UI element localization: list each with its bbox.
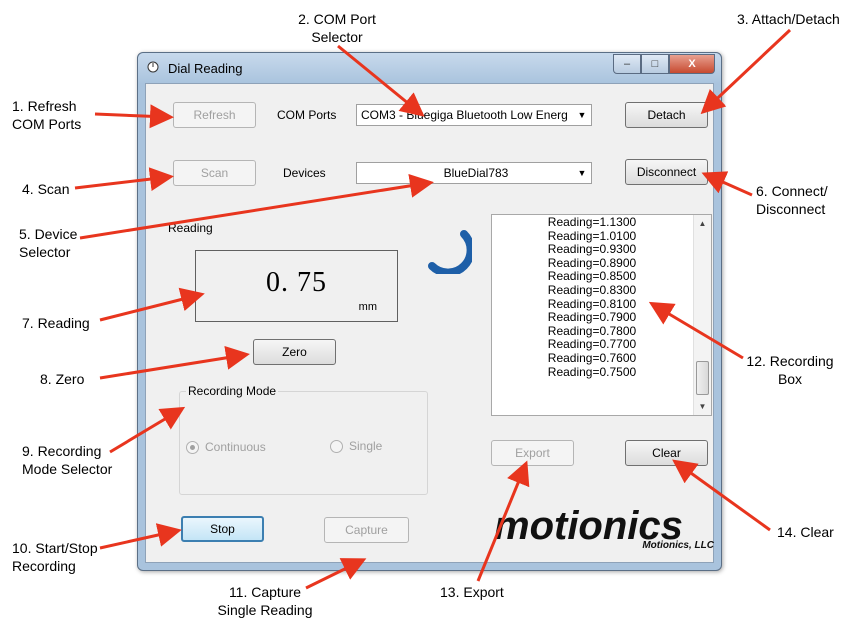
annotation-box-line2: Box bbox=[777, 371, 803, 387]
client-area: Refresh COM Ports COM3 - Bluegiga Blueto… bbox=[145, 83, 714, 563]
annotation-device-selector: 5. Device Selector bbox=[19, 225, 77, 261]
annotation-recording-mode: 9. Recording Mode Selector bbox=[22, 442, 112, 478]
recording-list-item[interactable]: Reading=1.1300 bbox=[492, 215, 692, 230]
annotation-start-stop: 10. Start/Stop Recording bbox=[12, 539, 98, 575]
annotation-recording-box: 12. Recording Box bbox=[735, 352, 845, 388]
reading-unit: mm bbox=[358, 301, 377, 313]
annotation-device-line2: Selector bbox=[19, 244, 71, 260]
reading-display: 0. 75 mm bbox=[195, 250, 398, 322]
reading-value: 0. 75 bbox=[266, 267, 327, 298]
recording-scrollbar[interactable]: ▲ ▼ bbox=[693, 215, 711, 415]
recording-mode-title: Recording Mode bbox=[186, 384, 279, 398]
disconnect-button[interactable]: Disconnect bbox=[625, 159, 708, 185]
device-select[interactable]: BlueDial783 ▼ bbox=[356, 162, 592, 184]
logo-company: Motionics, LLC bbox=[642, 540, 714, 551]
recording-list-item[interactable]: Reading=0.8100 bbox=[492, 297, 692, 312]
minimize-button[interactable]: – bbox=[613, 54, 641, 74]
annotation-box-line1: 12. Recording bbox=[746, 353, 834, 369]
annotation-connect: 6. Connect/ Disconnect bbox=[756, 182, 828, 218]
app-icon bbox=[147, 61, 159, 73]
loading-spinner-icon bbox=[428, 230, 472, 274]
window-title: Dial Reading bbox=[168, 61, 243, 76]
continuous-radio[interactable]: Continuous bbox=[186, 440, 266, 454]
annotation-attach: 3. Attach/Detach bbox=[737, 11, 840, 27]
annotation-com-port: 2. COM Port Selector bbox=[277, 10, 397, 46]
annotation-com-port-line2: Selector bbox=[311, 29, 363, 45]
annotation-clear: 14. Clear bbox=[777, 524, 834, 540]
radio-selected-icon bbox=[186, 440, 199, 454]
annotation-reading: 7. Reading bbox=[22, 315, 90, 331]
recording-list-item[interactable]: Reading=0.7700 bbox=[492, 338, 692, 352]
annotation-refresh-line1: 1. Refresh bbox=[12, 98, 77, 114]
reading-label: Reading bbox=[168, 221, 213, 235]
recording-list-item[interactable]: Reading=0.8900 bbox=[492, 256, 692, 271]
recording-list-item[interactable]: Reading=0.7800 bbox=[492, 324, 692, 339]
scroll-thumb[interactable] bbox=[696, 361, 709, 395]
zero-button[interactable]: Zero bbox=[253, 339, 336, 365]
recording-list-item[interactable]: Reading=0.9300 bbox=[492, 243, 692, 257]
recording-list-item[interactable]: Reading=0.8300 bbox=[492, 283, 692, 298]
annotation-capture-line1: 11. Capture bbox=[228, 584, 302, 600]
clear-button[interactable]: Clear bbox=[625, 440, 708, 466]
annotation-start-line1: 10. Start/Stop bbox=[12, 540, 98, 556]
recording-list-item[interactable]: Reading=1.0100 bbox=[492, 229, 692, 244]
dial-reading-window: Dial Reading – □ X Refresh COM Ports COM… bbox=[137, 52, 722, 571]
annotation-mode-line2: Mode Selector bbox=[22, 461, 113, 477]
annotation-capture: 11. Capture Single Reading bbox=[200, 583, 330, 619]
chevron-down-icon: ▼ bbox=[577, 110, 587, 120]
com-port-value: COM3 - Bluegiga Bluetooth Low Energ bbox=[361, 108, 568, 122]
annotation-device-line1: 5. Device bbox=[19, 226, 78, 242]
motionics-logo: motionics Motionics, LLC bbox=[494, 504, 714, 554]
annotation-refresh-line2: COM Ports bbox=[12, 116, 82, 132]
annotation-scan: 4. Scan bbox=[22, 181, 70, 197]
single-radio[interactable]: Single bbox=[330, 439, 382, 453]
chevron-down-icon: ▼ bbox=[577, 168, 587, 178]
maximize-button[interactable]: □ bbox=[641, 54, 669, 74]
radio-unselected-icon bbox=[330, 439, 343, 453]
annotation-com-port-line1: 2. COM Port bbox=[298, 11, 376, 27]
com-port-select[interactable]: COM3 - Bluegiga Bluetooth Low Energ ▼ bbox=[356, 104, 592, 126]
refresh-button[interactable]: Refresh bbox=[173, 102, 256, 128]
recording-list-item[interactable]: Reading=0.8500 bbox=[492, 270, 692, 284]
annotation-zero: 8. Zero bbox=[40, 371, 85, 387]
com-ports-label: COM Ports bbox=[277, 108, 337, 122]
close-button[interactable]: X bbox=[669, 54, 715, 74]
recording-mode-group: Recording Mode Continuous Single bbox=[179, 384, 428, 495]
annotation-start-line2: Recording bbox=[12, 558, 76, 574]
annotation-connect-line2: Disconnect bbox=[756, 201, 826, 217]
scroll-down-icon[interactable]: ▼ bbox=[694, 402, 711, 411]
window-controls: – □ X bbox=[613, 54, 715, 74]
recording-list-item[interactable]: Reading=0.7900 bbox=[492, 311, 692, 325]
device-value: BlueDial783 bbox=[443, 166, 509, 180]
annotation-connect-line1: 6. Connect/ bbox=[756, 183, 828, 199]
recording-list-item[interactable]: Reading=0.7600 bbox=[492, 351, 692, 366]
devices-label: Devices bbox=[283, 166, 326, 180]
annotation-refresh: 1. Refresh COM Ports bbox=[12, 97, 81, 133]
detach-button[interactable]: Detach bbox=[625, 102, 708, 128]
scan-button[interactable]: Scan bbox=[173, 160, 256, 186]
export-button[interactable]: Export bbox=[491, 440, 574, 466]
scroll-up-icon[interactable]: ▲ bbox=[694, 219, 711, 228]
annotation-capture-line2: Single Reading bbox=[217, 602, 313, 618]
recording-list: Reading=1.1300 Reading=1.0100 Reading=0.93… bbox=[492, 215, 692, 380]
annotation-mode-line1: 9. Recording bbox=[22, 443, 102, 459]
annotation-export: 13. Export bbox=[440, 584, 504, 600]
continuous-label: Continuous bbox=[205, 440, 266, 454]
recording-box[interactable]: Reading=1.1300 Reading=1.0100 Reading=0.93… bbox=[491, 214, 712, 416]
title-bar[interactable]: Dial Reading – □ X bbox=[138, 53, 721, 83]
single-label: Single bbox=[349, 439, 383, 453]
stop-button[interactable]: Stop bbox=[181, 516, 264, 542]
recording-list-item[interactable]: Reading=0.7500 bbox=[492, 365, 692, 380]
capture-button[interactable]: Capture bbox=[324, 517, 409, 543]
